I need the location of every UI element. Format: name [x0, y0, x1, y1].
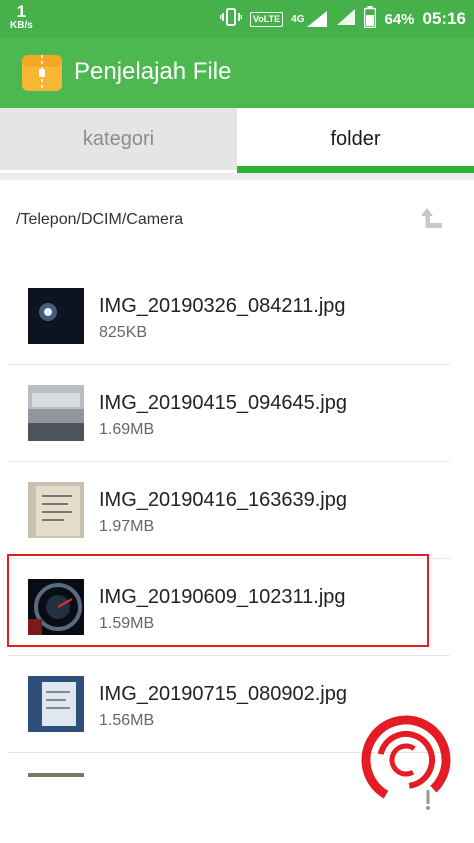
thumbnail-image	[28, 773, 84, 777]
file-name: IMG_20190326_084211.jpg	[99, 295, 346, 317]
thumbnail-image	[28, 385, 84, 441]
network-speed: 1 KB/s	[10, 3, 33, 31]
thumbnail-image	[28, 482, 84, 538]
battery-percent: 64%	[384, 10, 415, 28]
file-name: IMG_20190415_094645.jpg	[99, 392, 347, 414]
vibrate-icon	[219, 7, 243, 32]
file-size: 1.97MB	[99, 518, 155, 535]
battery-icon	[364, 5, 377, 33]
active-tab-indicator	[237, 166, 474, 173]
thumbnail-image	[28, 288, 84, 344]
app-bar: Penjelajah File	[0, 38, 474, 108]
status-bar: 1 KB/s VoLTE 4G 64% 05:16	[0, 0, 474, 38]
app-logo-icon	[20, 51, 64, 95]
app-title: Penjelajah File	[74, 58, 232, 85]
file-row[interactable]: IMG_20190326_084211.jpg 825KB	[8, 268, 450, 365]
speed-unit: KB/s	[10, 20, 33, 31]
tab-kategori[interactable]: kategori	[0, 108, 237, 170]
file-name: IMG_20190416_163639.jpg	[99, 489, 347, 511]
tab-folder[interactable]: folder	[237, 108, 474, 170]
volte-badge: VoLTE	[249, 11, 284, 27]
file-size: 825KB	[99, 324, 148, 341]
current-path: /Telepon/DCIM/Camera	[16, 211, 184, 228]
tab-label: kategori	[82, 127, 155, 150]
signal-4g-icon: 4G	[291, 10, 328, 28]
tab-label: folder	[330, 127, 381, 150]
arrow-up-icon	[421, 208, 442, 228]
file-row[interactable]: IMG_20190416_163639.jpg 1.97MB	[8, 462, 450, 559]
navigate-up-button[interactable]	[418, 204, 448, 234]
thumbnail-image	[28, 676, 84, 732]
file-name: IMG_20190715_080902.jpg	[99, 683, 347, 705]
highlight-box	[7, 554, 429, 647]
tab-divider	[0, 173, 474, 180]
file-size: 1.56MB	[99, 712, 155, 729]
file-row[interactable]: IMG_20190415_094645.jpg 1.69MB	[8, 365, 450, 462]
signal-icon	[336, 8, 356, 31]
clock: 05:16	[422, 9, 466, 28]
speed-value: 1	[16, 2, 27, 21]
watermark-logo	[360, 712, 460, 812]
file-size: 1.69MB	[99, 421, 155, 438]
